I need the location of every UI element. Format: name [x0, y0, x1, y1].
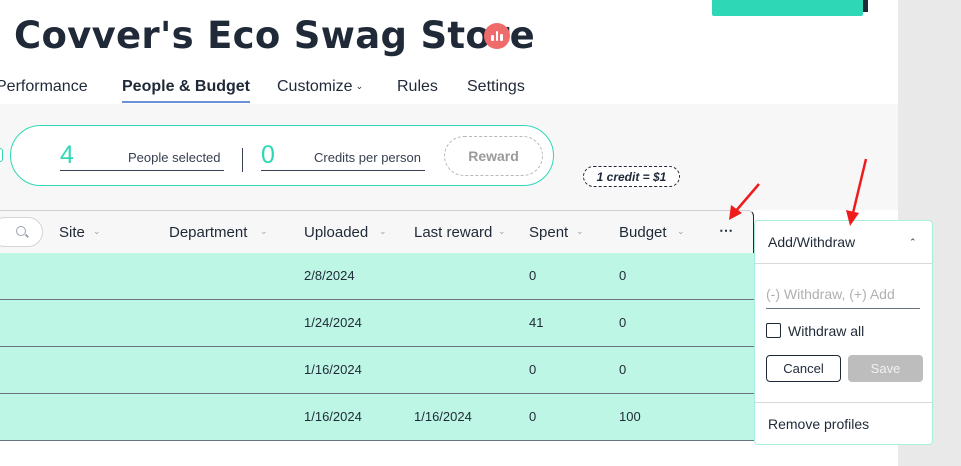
popover-divider [755, 263, 932, 264]
chevron-up-icon[interactable]: ⌃ [909, 237, 917, 248]
sort-chevron-icon[interactable]: ⌄ [677, 226, 685, 237]
cell-budget: 100 [619, 409, 641, 424]
remove-profiles-link[interactable]: Remove profiles [768, 416, 869, 432]
tab-people-budget[interactable]: People & Budget [122, 78, 250, 96]
chevron-down-icon: ⌄ [355, 81, 364, 91]
cell-spent: 0 [529, 409, 537, 424]
sort-chevron-icon[interactable]: ⌄ [498, 226, 506, 237]
cell-uploaded: 2/8/2024 [304, 268, 355, 283]
cell-uploaded: 1/24/2024 [304, 315, 362, 330]
cell-uploaded: 1/16/2024 [304, 362, 362, 377]
more-options-icon[interactable]: ⋯ [719, 222, 733, 239]
column-last-reward[interactable]: Last reward [414, 224, 492, 241]
credits-per-person-input[interactable]: 0 [261, 141, 275, 170]
cell-spent: 41 [529, 315, 544, 330]
sort-chevron-icon[interactable]: ⌄ [260, 226, 268, 237]
save-button[interactable]: Save [848, 355, 923, 382]
cell-uploaded: 1/16/2024 [304, 409, 362, 424]
cell-budget: 0 [619, 362, 627, 377]
people-selected-count: 4 [60, 141, 74, 169]
table-row[interactable]: 1/16/2024 0 0 [0, 347, 754, 394]
withdraw-all-label[interactable]: Withdraw all [788, 323, 864, 339]
credits-per-person-label: Credits per person [314, 150, 421, 165]
cell-budget: 0 [619, 268, 627, 283]
table-row[interactable]: 1/16/2024 1/16/2024 0 100 [0, 394, 754, 441]
sort-chevron-icon[interactable]: ⌄ [379, 226, 387, 237]
column-spent[interactable]: Spent [529, 224, 568, 241]
credits-underline [261, 170, 425, 171]
tab-rules[interactable]: Rules [397, 78, 438, 96]
withdraw-all-checkbox[interactable] [766, 323, 781, 338]
column-budget[interactable]: Budget [619, 224, 667, 241]
column-department[interactable]: Department [169, 224, 247, 241]
popover-divider [755, 402, 932, 403]
withdraw-add-input[interactable] [766, 283, 920, 309]
cancel-button[interactable]: Cancel [766, 355, 841, 382]
reward-button[interactable]: Reward [444, 136, 543, 176]
people-selected-label: People selected [128, 150, 221, 165]
column-uploaded[interactable]: Uploaded [304, 224, 368, 241]
table-row[interactable]: 2/8/2024 0 0 [0, 253, 754, 300]
top-action-button[interactable] [712, 0, 863, 16]
popover-title[interactable]: Add/Withdraw [768, 234, 855, 250]
page-title: Covver's Eco Swag Store [14, 14, 536, 57]
sort-chevron-icon[interactable]: ⌄ [576, 226, 584, 237]
collapse-handle[interactable] [0, 148, 3, 162]
top-action-button-edge [863, 0, 868, 12]
sort-chevron-icon[interactable]: ⌄ [93, 226, 101, 237]
search-icon [16, 226, 26, 236]
cell-budget: 0 [619, 315, 627, 330]
active-tab-indicator [122, 101, 250, 103]
tab-settings[interactable]: Settings [467, 78, 525, 96]
table-row[interactable]: 1/24/2024 41 0 [0, 300, 754, 347]
tab-customize-label: Customize [277, 78, 353, 95]
credit-conversion-note: 1 credit = $1 [583, 166, 680, 187]
column-site[interactable]: Site [59, 224, 85, 241]
stat-divider [242, 148, 243, 172]
bar-chart-icon[interactable] [484, 23, 510, 49]
tab-customize[interactable]: Customize ⌄ [277, 78, 363, 96]
cell-last-reward: 1/16/2024 [414, 409, 472, 424]
cell-spent: 0 [529, 362, 537, 377]
cell-spent: 0 [529, 268, 537, 283]
people-selected-underline [60, 170, 224, 171]
tab-performance[interactable]: Performance [0, 78, 88, 96]
